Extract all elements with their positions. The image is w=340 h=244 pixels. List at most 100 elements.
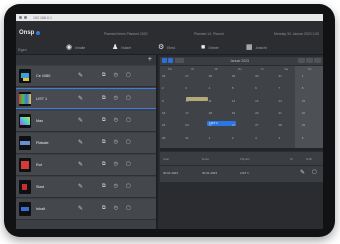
delete-icon[interactable]: ▢ xyxy=(126,95,131,102)
delete-icon[interactable]: ▢ xyxy=(312,169,317,175)
day-view-button[interactable] xyxy=(314,58,321,63)
address-bar[interactable]: 192.168.0.1 xyxy=(33,16,52,20)
calendar-day-cell[interactable]: 2 xyxy=(162,86,164,90)
nav-item-inhalte[interactable]: ◉ Inhalte xyxy=(66,44,85,51)
edit-icon[interactable]: ✎ xyxy=(78,183,83,190)
calendar-day-cell[interactable]: 1 xyxy=(302,74,304,78)
calendar-day-cell[interactable]: 14 xyxy=(278,99,281,103)
calendar-day-cell[interactable]: 20 xyxy=(255,111,258,115)
playlist-row[interactable]: Inhalt ✎ ⧉ ◷ ▢ xyxy=(16,199,156,220)
delete-icon[interactable]: ▢ xyxy=(126,72,131,79)
calendar-day-cell[interactable]: 30 xyxy=(162,136,165,140)
calendar-day-cell[interactable]: 5 xyxy=(302,136,304,140)
calendar-day-cell[interactable]: 31 xyxy=(185,136,188,140)
calendar-day-cell[interactable]: 8 xyxy=(302,86,304,90)
edit-icon[interactable]: ✎ xyxy=(78,161,83,168)
add-playlist-button[interactable]: + xyxy=(148,56,152,63)
calendar-day-cell[interactable]: 7 xyxy=(278,86,280,90)
calendar-day-cell[interactable]: 30 xyxy=(255,74,258,78)
delete-icon[interactable]: ▢ xyxy=(126,161,131,168)
playlist-row[interactable]: Ce 1080 ✎ ⧉ ◷ ▢ xyxy=(16,66,156,87)
today-button[interactable] xyxy=(175,58,184,63)
playlist-row[interactable]: Rot ✎ ⧉ ◷ ▢ xyxy=(16,155,156,176)
calendar-day-cell[interactable]: 6 xyxy=(255,86,257,90)
calendar-day-cell[interactable]: 29 xyxy=(302,123,305,127)
nav-left-label[interactable]: Eigen xyxy=(18,48,27,52)
edit-icon[interactable]: ✎ xyxy=(78,139,83,146)
info-badge-icon[interactable] xyxy=(36,31,40,35)
week-view-button[interactable] xyxy=(306,58,313,63)
calendar-day-cell[interactable]: 5 xyxy=(232,86,234,90)
calendar-day-cell[interactable]: 9 xyxy=(162,99,164,103)
calendar-day-cell[interactable]: 26 xyxy=(162,74,165,78)
calendar-day-cell[interactable]: 10 xyxy=(185,99,188,103)
clock-icon[interactable]: ◷ xyxy=(114,139,118,146)
calendar-day-cell[interactable]: 27 xyxy=(185,74,188,78)
calendar-event[interactable] xyxy=(186,97,208,101)
calendar-day-cell[interactable]: 15 xyxy=(302,99,305,103)
calendar-day-cell[interactable]: 18 xyxy=(209,111,212,115)
calendar-day-cell[interactable]: 22 xyxy=(302,111,305,115)
edit-icon[interactable]: ✎ xyxy=(78,205,83,212)
calendar-day-cell[interactable]: 29 xyxy=(232,74,235,78)
delete-icon[interactable]: ▢ xyxy=(126,205,131,212)
clock-icon[interactable]: ◷ xyxy=(114,95,118,102)
copy-icon[interactable]: ⧉ xyxy=(102,117,106,124)
calendar-day-cell[interactable]: 28 xyxy=(278,123,281,127)
copy-icon[interactable]: ⧉ xyxy=(102,205,106,212)
nav-item-ansicht[interactable]: ▦ Ansicht xyxy=(246,44,267,51)
calendar-day-cell[interactable]: 25 xyxy=(209,123,212,127)
nav-item-ordner[interactable]: ■ Ordner xyxy=(201,44,219,51)
playlist-name: LIST 1 xyxy=(36,97,48,101)
edit-icon[interactable]: ✎ xyxy=(78,72,83,79)
calendar-day-cell[interactable]: 4 xyxy=(209,86,211,90)
calendar-day-cell[interactable]: 1 xyxy=(209,136,211,140)
edit-icon[interactable]: ✎ xyxy=(78,95,83,102)
nav-item-nutzer[interactable]: ♟ Nutzer xyxy=(112,44,131,51)
clock-icon[interactable]: ◷ xyxy=(114,72,118,79)
calendar-day-cell[interactable]: 17 xyxy=(185,111,188,115)
calendar-day-cell[interactable]: 21 xyxy=(278,111,281,115)
calendar-day-cell[interactable]: 3 xyxy=(185,86,187,90)
edit-icon[interactable]: ✎ xyxy=(78,117,83,124)
calendar-day-cell[interactable]: 28 xyxy=(209,74,212,78)
month-view-button[interactable] xyxy=(298,58,305,63)
next-month-button[interactable] xyxy=(168,58,173,63)
clock-icon[interactable]: ◷ xyxy=(114,183,118,190)
calendar-day-cell[interactable]: 31 xyxy=(278,74,281,78)
calendar-day-cell[interactable]: 12 xyxy=(232,99,235,103)
calendar-day-cell[interactable]: 23 xyxy=(162,123,165,127)
copy-icon[interactable]: ⧉ xyxy=(102,183,106,190)
calendar-day-cell[interactable]: 16 xyxy=(162,111,165,115)
playlist-row[interactable]: Start ✎ ⧉ ◷ ▢ xyxy=(16,177,156,198)
column-header: Di xyxy=(290,157,293,161)
calendar-day-cell[interactable]: 26 xyxy=(232,123,235,127)
edit-icon[interactable]: ✎ xyxy=(300,169,305,176)
copy-icon[interactable]: ⧉ xyxy=(102,72,106,79)
calendar-day-cell[interactable]: 27 xyxy=(255,123,258,127)
playlist-row[interactable]: LIST 1 ✎ ⧉ ◷ ▢ xyxy=(16,88,156,109)
calendar-day-cell[interactable]: 24 xyxy=(185,123,188,127)
calendar-day-cell[interactable]: 4 xyxy=(278,136,280,140)
calendar-day-cell[interactable]: 3 xyxy=(255,136,257,140)
copy-icon[interactable]: ⧉ xyxy=(102,161,106,168)
app-logo[interactable]: Onsp xyxy=(19,30,34,36)
playlist-row[interactable]: Plakate ✎ ⧉ ◷ ▢ xyxy=(16,133,156,154)
clock-icon[interactable]: ◷ xyxy=(114,117,118,124)
calendar-day-cell[interactable]: 11 xyxy=(209,99,212,103)
copy-icon[interactable]: ⧉ xyxy=(102,95,106,102)
calendar-day-cell[interactable]: 19 xyxy=(232,111,235,115)
calendar-day-cell[interactable]: 2 xyxy=(232,136,234,140)
clock-icon[interactable]: ◷ xyxy=(114,205,118,212)
delete-icon[interactable]: ▢ xyxy=(126,117,131,124)
header-center-text: Planned Items Planned 2020 xyxy=(104,32,148,36)
prev-month-button[interactable] xyxy=(162,58,167,63)
delete-icon[interactable]: ▢ xyxy=(126,139,131,146)
clock-icon[interactable]: ◷ xyxy=(114,161,118,168)
calendar-day-cell[interactable]: 13 xyxy=(255,99,258,103)
copy-icon[interactable]: ⧉ xyxy=(102,139,106,146)
delete-icon[interactable]: ▢ xyxy=(126,183,131,190)
table-cell: 30.01.2023 xyxy=(202,171,218,175)
nav-item-einstellungen[interactable]: ⚙ Einst. xyxy=(158,44,176,51)
playlist-row[interactable]: Max ✎ ⧉ ◷ ▢ xyxy=(16,111,156,132)
